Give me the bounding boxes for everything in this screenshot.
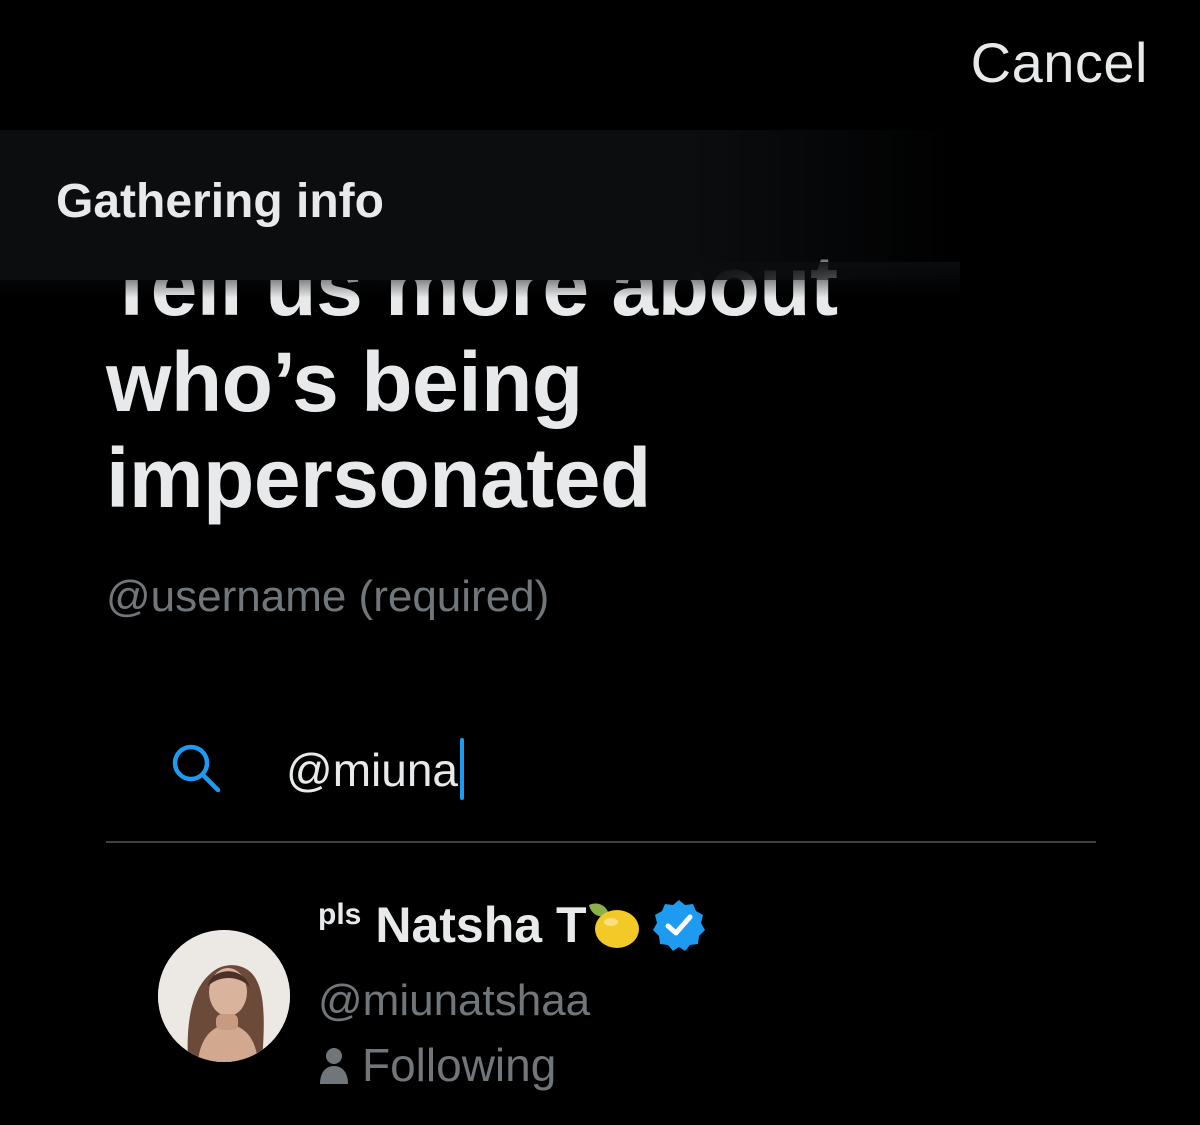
avatar	[158, 930, 290, 1062]
relationship-label: Following	[362, 1039, 557, 1091]
search-input[interactable]	[286, 734, 986, 806]
lemon-icon	[588, 903, 639, 948]
search-bar[interactable]	[106, 720, 1096, 843]
verified-badge-icon	[652, 900, 705, 951]
name-prefix: pls	[318, 898, 362, 931]
user-display-name: Natsha T	[375, 897, 587, 953]
search-icon	[172, 744, 221, 793]
status-banner: Gathering info	[0, 130, 960, 298]
username-field-label: @username (required)	[106, 572, 550, 621]
relationship-status: Following	[318, 1038, 556, 1092]
user-handle: @miunatshaa	[318, 976, 591, 1025]
status-banner-text: Gathering info	[56, 175, 384, 228]
person-icon	[320, 1048, 348, 1084]
page-title-line-2: who’s being	[106, 335, 583, 429]
text-cursor	[459, 738, 464, 800]
cancel-button[interactable]: Cancel	[971, 30, 1148, 95]
search-result-user[interactable]: pls Natsha T @miunatshaa Following	[158, 890, 1058, 1100]
page-title-line-3: impersonated	[106, 431, 651, 525]
user-name-line: pls Natsha T	[318, 896, 707, 954]
